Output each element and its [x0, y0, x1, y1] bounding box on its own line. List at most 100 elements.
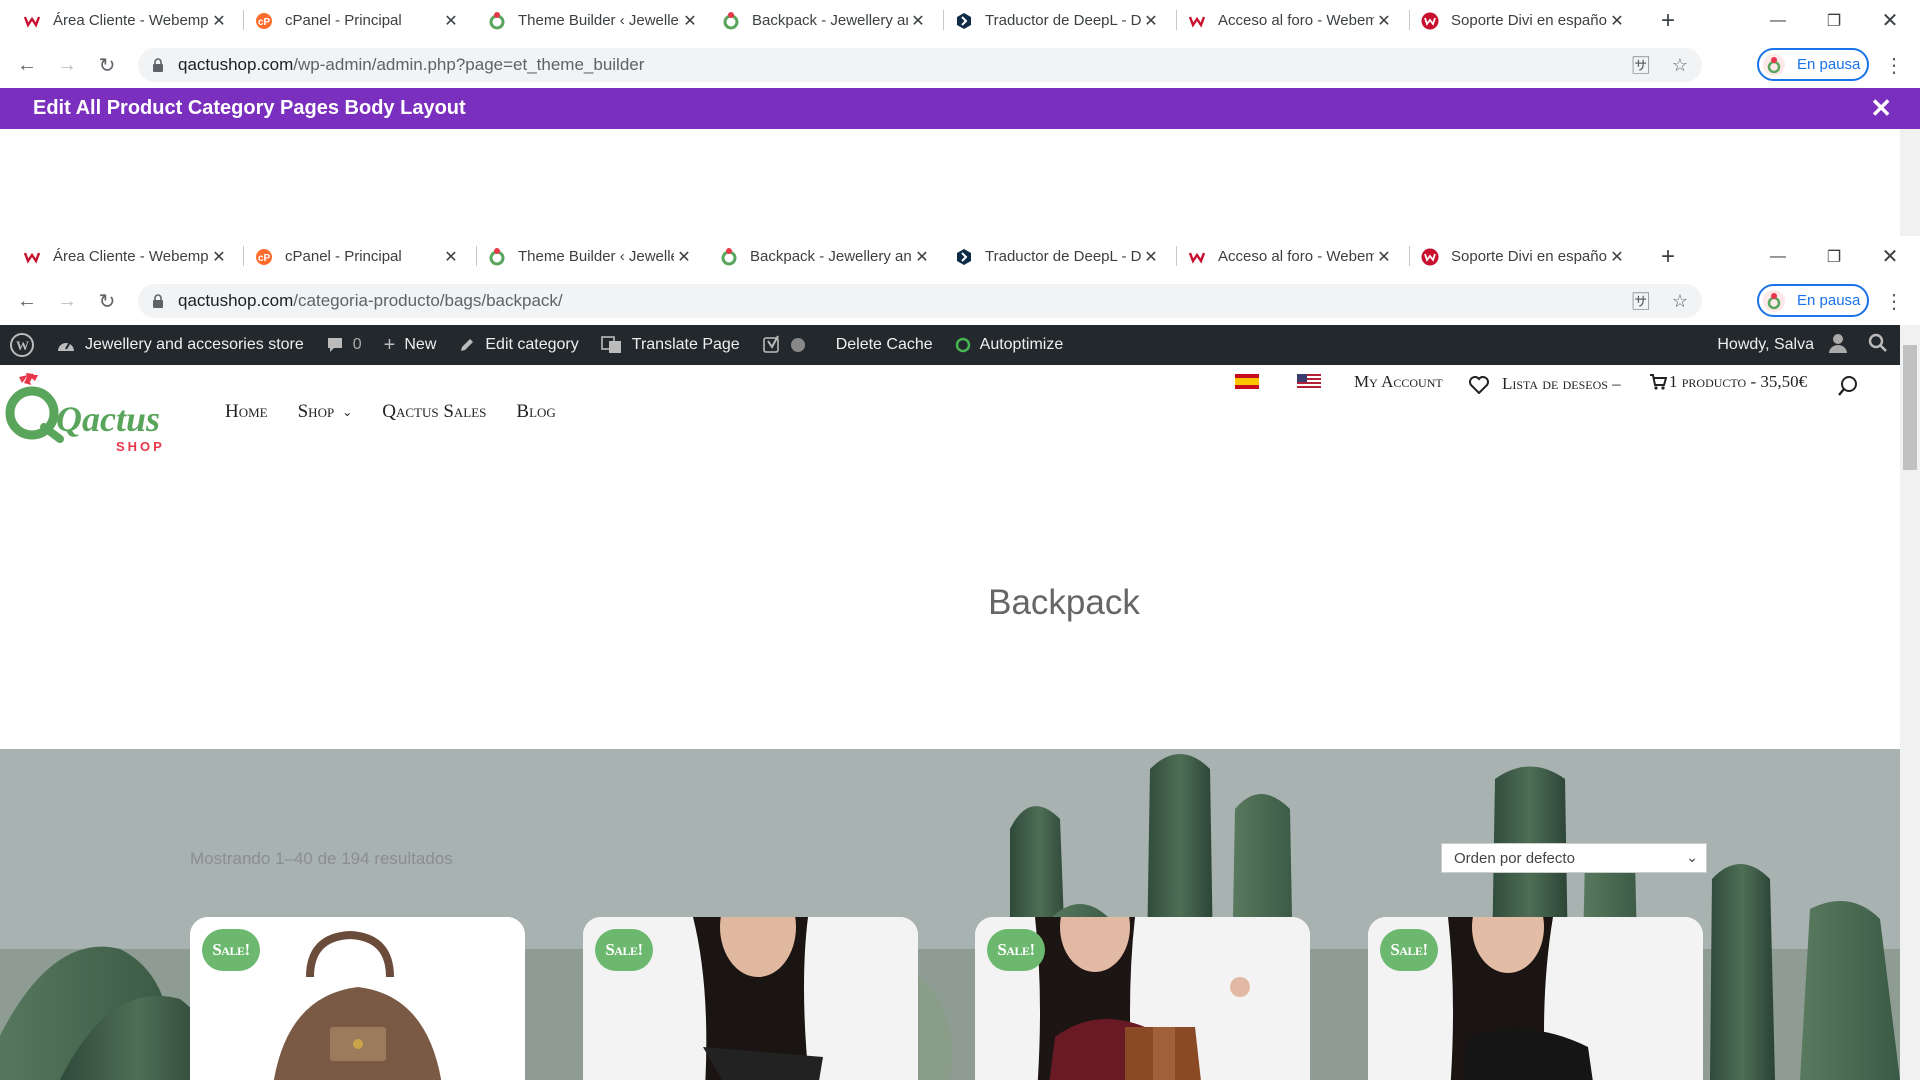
profile-button[interactable]: En pausa — [1757, 284, 1869, 317]
tab-cpanel[interactable]: cP cPanel - Principal ✕ — [245, 236, 471, 277]
us-flag-icon[interactable] — [1297, 374, 1321, 389]
forward-button[interactable]: → — [52, 286, 82, 316]
close-icon[interactable]: ✕ — [1141, 11, 1161, 31]
wishlist-link[interactable]: Lista de deseos – — [1502, 374, 1621, 394]
admin-new[interactable]: + New — [384, 334, 437, 357]
tab-cpanel[interactable]: cP cPanel - Principal ✕ — [245, 0, 471, 41]
admin-autoptimize[interactable]: Autoptimize — [955, 336, 1064, 354]
cart-summary[interactable]: 1 producto - 35,50€ — [1669, 372, 1807, 392]
close-icon[interactable]: ✕ — [912, 247, 932, 267]
bookmark-star-icon[interactable]: ☆ — [1672, 291, 1688, 312]
window-close-button[interactable]: ✕ — [1862, 0, 1918, 41]
heart-icon[interactable] — [1469, 376, 1489, 394]
product-card[interactable]: Sale! — [1368, 917, 1703, 1080]
close-icon[interactable]: ✕ — [441, 247, 461, 267]
close-icon[interactable]: ✕ — [1374, 247, 1394, 267]
tab-soporte-divi[interactable]: Soporte Divi en español ✕ — [1411, 236, 1637, 277]
close-icon[interactable]: ✕ — [680, 11, 700, 31]
webempresa-red-icon — [1421, 12, 1439, 30]
admin-search-icon[interactable] — [1868, 333, 1888, 358]
tab-area-cliente[interactable]: Área Cliente - Webempresa ✕ — [13, 0, 239, 41]
comments-count: 0 — [352, 336, 362, 353]
my-account-link[interactable]: My Account — [1354, 372, 1443, 392]
new-label: New — [404, 336, 437, 353]
tab-theme-builder[interactable]: Theme Builder ‹ Jewellery ✕ — [478, 236, 704, 277]
page-scrollbar-thumb[interactable] — [1903, 345, 1917, 470]
restore-button[interactable]: ❐ — [1806, 0, 1862, 41]
close-icon[interactable]: ✕ — [209, 247, 229, 267]
autoptimize-label: Autoptimize — [979, 336, 1064, 353]
nav-qactus-sales[interactable]: Qactus Sales — [382, 401, 486, 423]
qactus-icon — [722, 11, 740, 30]
new-tab-button[interactable]: + — [1653, 236, 1683, 277]
tab-backpack[interactable]: Backpack - Jewellery and ✕ — [710, 236, 942, 277]
reload-button[interactable]: ↻ — [92, 286, 122, 316]
qactus-logo-icon: Qactus SHOP — [5, 373, 162, 454]
minimize-button[interactable]: — — [1750, 236, 1806, 277]
browser-menu-icon[interactable]: ⋮ — [1880, 286, 1908, 316]
spanish-flag-icon[interactable] — [1235, 374, 1259, 389]
close-icon[interactable]: ✕ — [1607, 247, 1627, 267]
close-icon[interactable]: ✕ — [1607, 11, 1627, 31]
tab-title: Acceso al foro - Webempresa — [1218, 12, 1374, 29]
translate-icon[interactable]: 🈂 — [1632, 288, 1650, 314]
close-icon[interactable]: ✕ — [209, 11, 229, 31]
browser-menu-icon[interactable]: ⋮ — [1880, 50, 1908, 80]
tab-area-cliente[interactable]: Área Cliente - Webempresa ✕ — [13, 236, 239, 277]
tab-deepl[interactable]: Traductor de DeepL - DeepL ✕ — [945, 236, 1171, 277]
back-button[interactable]: ← — [12, 286, 42, 316]
user-avatar-icon[interactable] — [1828, 333, 1848, 358]
close-icon[interactable]: ✕ — [1141, 247, 1161, 267]
admin-edit-category[interactable]: Edit category — [458, 336, 579, 354]
address-bar[interactable]: qactushop.com/categoria-producto/bags/ba… — [138, 284, 1702, 318]
profile-label: En pausa — [1797, 56, 1861, 73]
close-icon[interactable]: ✕ — [1374, 11, 1394, 31]
admin-translate-page[interactable]: Translate Page — [600, 336, 740, 354]
close-icon[interactable]: ✕ — [908, 11, 928, 31]
admin-comments[interactable]: 0 — [326, 336, 362, 354]
window-close-button[interactable]: ✕ — [1862, 236, 1918, 277]
site-logo[interactable]: Qactus SHOP — [0, 369, 175, 454]
profile-button[interactable]: En pausa — [1757, 48, 1869, 81]
layout-modal-header: Edit All Product Category Pages Body Lay… — [0, 88, 1920, 129]
tab-backpack[interactable]: Backpack - Jewellery and ✕ — [712, 0, 938, 41]
address-bar[interactable]: qactushop.com/wp-admin/admin.php?page=et… — [138, 48, 1702, 82]
search-icon[interactable] — [1837, 375, 1859, 397]
product-card[interactable]: Sale! — [190, 917, 525, 1080]
back-button[interactable]: ← — [12, 50, 42, 80]
page-title: Backpack — [988, 583, 1140, 622]
tab-theme-builder[interactable]: Theme Builder ‹ Jewellery ✕ — [478, 0, 710, 41]
translate-icon[interactable]: 🈂 — [1632, 52, 1650, 78]
close-icon[interactable]: ✕ — [674, 247, 694, 267]
close-icon[interactable]: ✕ — [441, 11, 461, 31]
tab-soporte-divi[interactable]: Soporte Divi en español ✕ — [1411, 0, 1637, 41]
howdy-label[interactable]: Howdy, Salva — [1717, 336, 1814, 354]
reload-button[interactable]: ↻ — [92, 50, 122, 80]
admin-site-name[interactable]: Jewellery and accesories store — [56, 336, 304, 354]
tab-title: cPanel - Principal — [285, 12, 402, 29]
product-card[interactable]: Sale! — [975, 917, 1310, 1080]
nav-blog[interactable]: Blog — [516, 401, 555, 423]
tab-acceso-foro[interactable]: Acceso al foro - Webempresa ✕ — [1178, 236, 1404, 277]
tab-title: Traductor de DeepL - DeepL — [985, 248, 1141, 265]
minimize-button[interactable]: — — [1750, 0, 1806, 41]
bookmark-star-icon[interactable]: ☆ — [1672, 55, 1688, 76]
sale-badge: Sale! — [202, 929, 260, 971]
profile-label: En pausa — [1797, 292, 1861, 309]
close-icon[interactable]: ✕ — [1870, 88, 1892, 129]
admin-delete-cache[interactable]: Delete Cache — [836, 336, 933, 354]
tab-acceso-foro[interactable]: Acceso al foro - Webempresa ✕ — [1178, 0, 1404, 41]
sort-select[interactable]: Orden por defecto ⌄ — [1441, 843, 1707, 873]
product-card[interactable]: Sale! — [583, 917, 918, 1080]
wordpress-logo-icon[interactable]: W — [10, 333, 34, 357]
new-tab-button[interactable]: + — [1653, 0, 1683, 41]
nav-shop[interactable]: Shop ⌄ — [298, 401, 353, 423]
restore-button[interactable]: ❐ — [1806, 236, 1862, 277]
modal-canvas-blank — [0, 129, 1900, 236]
forward-button[interactable]: → — [52, 50, 82, 80]
nav-home[interactable]: Home — [225, 401, 268, 423]
svg-text:W: W — [16, 338, 29, 353]
admin-yoast[interactable] — [762, 335, 814, 355]
cart-icon[interactable] — [1649, 374, 1667, 390]
tab-deepl[interactable]: Traductor de DeepL - DeepL ✕ — [945, 0, 1171, 41]
